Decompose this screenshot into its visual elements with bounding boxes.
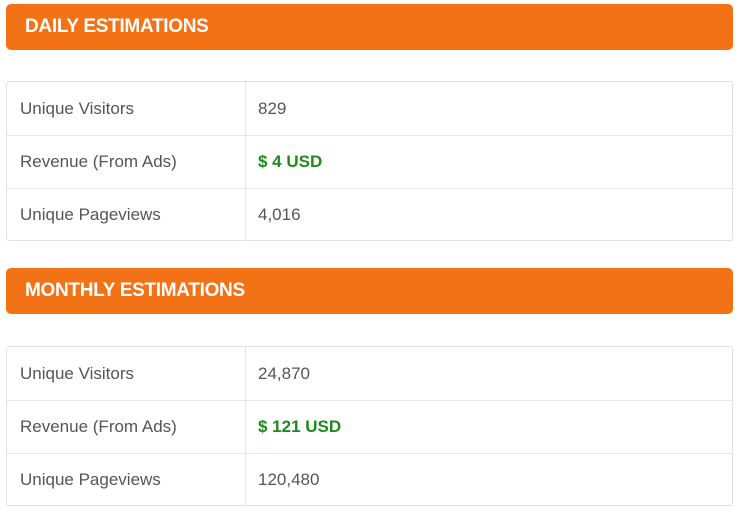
daily-estimations-header: DAILY ESTIMATIONS	[6, 4, 733, 50]
monthly-unique-visitors-value: 24,870	[258, 363, 310, 383]
daily-estimations-table: Unique Visitors 829 Revenue (From Ads) $…	[6, 81, 733, 241]
monthly-row-unique-visitors: Unique Visitors 24,870	[7, 347, 732, 400]
daily-unique-visitors-value: 829	[258, 98, 287, 118]
monthly-estimations-title: MONTHLY ESTIMATIONS	[25, 280, 245, 301]
monthly-estimations-header: MONTHLY ESTIMATIONS	[6, 268, 733, 314]
daily-row-revenue: Revenue (From Ads) $ 4 USD	[7, 135, 732, 188]
daily-row-unique-visitors: Unique Visitors 829	[7, 82, 732, 135]
daily-unique-pageviews-value: 4,016	[258, 205, 301, 224]
monthly-unique-visitors-label: Unique Visitors	[7, 347, 246, 400]
daily-estimations-title: DAILY ESTIMATIONS	[25, 16, 209, 37]
monthly-row-revenue: Revenue (From Ads) $ 121 USD	[7, 400, 732, 453]
daily-unique-pageviews-label: Unique Pageviews	[7, 189, 246, 241]
daily-revenue-label: Revenue (From Ads)	[7, 136, 246, 188]
daily-row-unique-pageviews: Unique Pageviews 4,016	[7, 188, 732, 241]
daily-revenue-value: $ 4 USD	[258, 152, 323, 171]
monthly-revenue-label: Revenue (From Ads)	[7, 401, 246, 453]
monthly-revenue-value: $ 121 USD	[258, 417, 342, 436]
monthly-unique-pageviews-value: 120,480	[258, 470, 320, 489]
monthly-unique-pageviews-label: Unique Pageviews	[7, 454, 246, 506]
monthly-row-unique-pageviews: Unique Pageviews 120,480	[7, 453, 732, 506]
monthly-estimations-table: Unique Visitors 24,870 Revenue (From Ads…	[6, 346, 733, 506]
daily-unique-visitors-label: Unique Visitors	[7, 82, 246, 135]
